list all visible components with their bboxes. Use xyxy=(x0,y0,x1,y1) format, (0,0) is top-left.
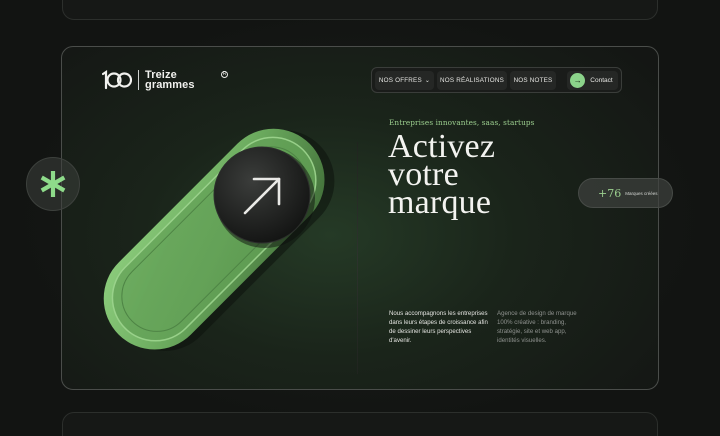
nav-realisations[interactable]: NOS RÉALISATIONS xyxy=(437,70,507,90)
asterisk-icon xyxy=(40,171,66,197)
main-nav: NOS OFFRES ⌄ NOS RÉALISATIONS NOS NOTES … xyxy=(371,67,622,93)
registered-mark-icon: R xyxy=(221,71,228,78)
contact-button[interactable]: → Contact xyxy=(567,70,618,90)
divider xyxy=(357,142,358,374)
hero-card: Treize grammes R NOS OFFRES ⌄ NOS RÉALIS… xyxy=(61,46,659,390)
hero-eyebrow: Entreprises innovantes, saas, startups xyxy=(389,118,535,127)
hero-paragraph-left: Nous accompagnons les entreprises dans l… xyxy=(389,310,488,344)
logo-line-2: grammes xyxy=(145,79,195,91)
arrow-right-icon: → xyxy=(570,72,586,88)
hero-paragraph-right: Agence de design de marque 100% créative… xyxy=(497,310,577,344)
nav-realisations-label: NOS RÉALISATIONS xyxy=(440,76,504,84)
brand-logo[interactable]: Treize grammes R xyxy=(102,69,228,91)
nav-notes[interactable]: NOS NOTES xyxy=(510,70,556,90)
logo-wordmark: Treize grammes xyxy=(145,70,195,91)
asterisk-bubble xyxy=(26,157,80,211)
nav-offres-label: NOS OFFRES xyxy=(378,76,422,84)
headline-line-3: marque xyxy=(388,184,492,221)
hero-headline: Activez votre marque xyxy=(388,130,495,221)
contact-label: Contact xyxy=(590,76,613,84)
toggle-illustration xyxy=(103,128,335,351)
logo-separator xyxy=(138,70,139,90)
ghost-card-bottom xyxy=(62,412,658,436)
nav-offres[interactable]: NOS OFFRES ⌄ xyxy=(375,70,434,90)
stat-value: +76 xyxy=(598,186,622,200)
nav-notes-label: NOS NOTES xyxy=(513,76,553,84)
ghost-card-top xyxy=(62,0,658,20)
chevron-down-icon: ⌄ xyxy=(424,77,431,84)
page: Treize grammes R NOS OFFRES ⌄ NOS RÉALIS… xyxy=(0,0,720,436)
stat-label: Marques créées xyxy=(625,190,658,196)
stat-pill: +76 Marques créées xyxy=(578,178,673,208)
logo-100-icon xyxy=(102,69,132,90)
